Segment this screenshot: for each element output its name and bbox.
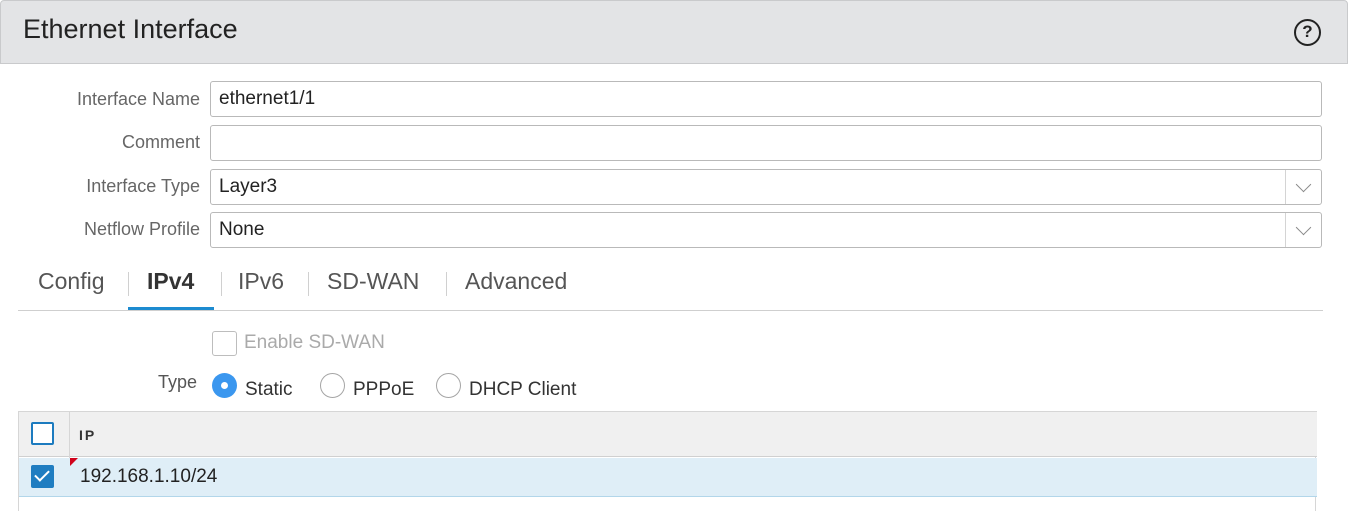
netflow-profile-select[interactable]: None: [210, 212, 1322, 248]
pppoe-radio-label[interactable]: PPPoE: [353, 379, 414, 401]
tab-config[interactable]: Config: [38, 268, 104, 295]
interface-type-label: Interface Type: [86, 176, 200, 196]
static-radio-label[interactable]: Static: [245, 379, 293, 401]
row-checkbox[interactable]: [31, 465, 54, 488]
interface-name-input[interactable]: [210, 81, 1322, 117]
grid-header: IP: [19, 411, 1317, 458]
comment-input[interactable]: [210, 125, 1322, 161]
dhcp-client-radio[interactable]: [436, 373, 461, 398]
interface-name-label: Interface Name: [76, 89, 200, 109]
tab-sd-wan[interactable]: SD-WAN: [327, 268, 419, 295]
tab-bar: Config IPv4 IPv6 SD-WAN Advanced: [18, 256, 1323, 311]
modified-flag-icon: [70, 458, 78, 466]
tab-advanced[interactable]: Advanced: [465, 268, 567, 295]
netflow-profile-label: Netflow Profile: [83, 219, 200, 239]
select-all-checkbox[interactable]: [31, 422, 54, 445]
type-label: Type: [158, 372, 198, 392]
pppoe-radio[interactable]: [320, 373, 345, 398]
table-row[interactable]: 192.168.1.10/24: [19, 458, 1317, 497]
tab-divider: [446, 272, 447, 296]
enable-sd-wan-label: Enable SD-WAN: [244, 332, 385, 353]
tab-ipv6[interactable]: IPv6: [238, 268, 284, 295]
ip-address-grid: IP 192.168.1.10/24: [18, 411, 1317, 511]
dhcp-client-radio-label[interactable]: DHCP Client: [469, 379, 576, 401]
static-radio[interactable]: [212, 373, 237, 398]
chevron-down-icon[interactable]: [1285, 213, 1321, 247]
dialog-title: Ethernet Interface: [23, 14, 238, 44]
enable-sd-wan-checkbox[interactable]: [212, 331, 237, 356]
tab-divider: [308, 272, 309, 296]
ip-column-header[interactable]: IP: [79, 427, 96, 443]
tab-divider: [128, 272, 129, 296]
interface-type-value: Layer3: [219, 176, 278, 197]
column-divider: [69, 412, 70, 458]
help-icon[interactable]: ?: [1294, 19, 1321, 46]
tab-ipv4[interactable]: IPv4: [147, 268, 194, 295]
interface-type-select[interactable]: Layer3: [210, 169, 1322, 205]
active-tab-indicator: [128, 307, 214, 310]
dialog-title-bar: Ethernet Interface ?: [0, 0, 1348, 64]
ip-cell: 192.168.1.10/24: [80, 466, 218, 487]
chevron-down-icon[interactable]: [1285, 170, 1321, 204]
comment-label: Comment: [121, 132, 200, 152]
tab-divider: [221, 272, 222, 296]
netflow-profile-value: None: [219, 219, 265, 240]
